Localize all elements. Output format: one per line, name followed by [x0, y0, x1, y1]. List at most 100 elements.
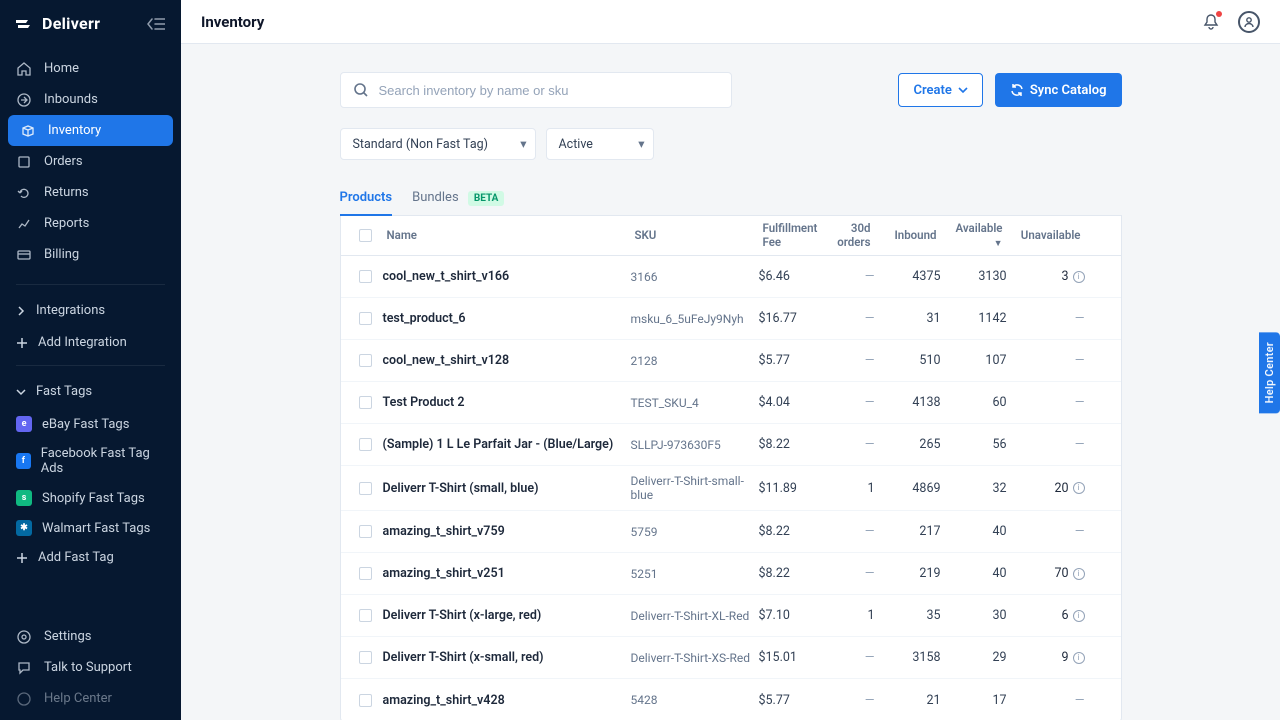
- nav-inbounds[interactable]: Inbounds: [0, 84, 169, 115]
- info-icon[interactable]: i: [1073, 482, 1085, 494]
- info-icon[interactable]: i: [1073, 271, 1085, 283]
- chat-icon: [16, 661, 32, 675]
- nav-inventory[interactable]: Inventory: [8, 115, 173, 146]
- table-row[interactable]: amazing_t_shirt_v4285428$5.77—2117—: [341, 679, 1121, 720]
- col-available[interactable]: Available ▼: [941, 222, 1007, 250]
- nav-walmart-fast-tags[interactable]: ✱Walmart Fast Tags: [0, 513, 181, 543]
- cell-name: amazing_t_shirt_v251: [383, 566, 631, 581]
- info-icon[interactable]: i: [1073, 568, 1085, 580]
- table-row[interactable]: (Sample) 1 L Le Parfait Jar - (Blue/Larg…: [341, 424, 1121, 466]
- cell-unavailable: —: [1007, 693, 1085, 708]
- col-unavailable[interactable]: Unavailable: [1007, 229, 1085, 243]
- table-row[interactable]: cool_new_t_shirt_v1282128$5.77—510107—: [341, 340, 1121, 382]
- nav-add-fast-tag[interactable]: Add Fast Tag: [0, 543, 181, 572]
- cell-unavailable: 3 i: [1007, 269, 1085, 284]
- user-menu[interactable]: [1238, 11, 1260, 33]
- table-row[interactable]: Deliverr T-Shirt (x-small, red)Deliverr-…: [341, 637, 1121, 679]
- facebook-icon: f: [16, 453, 31, 469]
- row-checkbox[interactable]: [359, 270, 372, 283]
- nav-shopify-fast-tags[interactable]: sShopify Fast Tags: [0, 483, 181, 513]
- nav-billing[interactable]: Billing: [0, 239, 169, 270]
- brand-name: Deliverr: [42, 14, 100, 33]
- status-filter-select[interactable]: Active ▾: [546, 128, 654, 160]
- info-icon[interactable]: i: [1073, 652, 1085, 664]
- row-checkbox[interactable]: [359, 482, 372, 495]
- help-center-tab[interactable]: Help Center: [1259, 332, 1280, 413]
- cell-available: 40: [941, 524, 1007, 539]
- select-all-checkbox[interactable]: [359, 229, 372, 242]
- nav-settings[interactable]: Settings: [0, 621, 169, 652]
- nav-help-center[interactable]: Help Center: [0, 683, 169, 714]
- sync-catalog-button[interactable]: Sync Catalog: [995, 73, 1122, 107]
- col-inbound[interactable]: Inbound: [875, 229, 941, 243]
- plus-icon: [16, 552, 28, 564]
- table-row[interactable]: test_product_6msku_6_5uFeJy9Nyh$16.77—31…: [341, 298, 1121, 340]
- tab-products[interactable]: Products: [340, 182, 393, 215]
- cell-unavailable: 70 i: [1007, 566, 1085, 581]
- nav-facebook-fast-tags[interactable]: fFacebook Fast Tag Ads: [0, 439, 181, 483]
- table-row[interactable]: cool_new_t_shirt_v1663166$6.46—437531303…: [341, 256, 1121, 298]
- nav-fast-tags[interactable]: Fast Tags: [0, 374, 181, 409]
- nav-ebay-fast-tags[interactable]: eeBay Fast Tags: [0, 409, 181, 439]
- col-sku[interactable]: SKU: [631, 229, 759, 243]
- shopify-icon: s: [16, 490, 32, 506]
- table-row[interactable]: Deliverr T-Shirt (small, blue)Deliverr-T…: [341, 466, 1121, 511]
- cell-name: test_product_6: [383, 311, 631, 326]
- row-checkbox[interactable]: [359, 694, 372, 707]
- table-row[interactable]: Deliverr T-Shirt (x-large, red)Deliverr-…: [341, 595, 1121, 637]
- row-checkbox[interactable]: [359, 438, 372, 451]
- search-input-wrapper[interactable]: [340, 72, 732, 108]
- row-checkbox[interactable]: [359, 525, 372, 538]
- cell-name: cool_new_t_shirt_v166: [383, 269, 631, 284]
- row-checkbox[interactable]: [359, 354, 372, 367]
- cell-sku: TEST_SKU_4: [631, 396, 759, 410]
- info-icon[interactable]: i: [1073, 610, 1085, 622]
- col-fee[interactable]: Fulfillment Fee: [759, 222, 817, 250]
- notifications-button[interactable]: [1202, 13, 1220, 31]
- cell-fee: $11.89: [759, 481, 817, 496]
- cell-sku: msku_6_5uFeJy9Nyh: [631, 312, 759, 326]
- col-name[interactable]: Name: [383, 229, 631, 243]
- col-30d-orders[interactable]: 30d orders: [817, 222, 875, 250]
- row-checkbox[interactable]: [359, 567, 372, 580]
- row-checkbox[interactable]: [359, 396, 372, 409]
- home-icon: [16, 62, 32, 76]
- nav-orders[interactable]: Orders: [0, 146, 169, 177]
- tab-bundles[interactable]: Bundles BETA: [412, 182, 504, 215]
- row-checkbox[interactable]: [359, 609, 372, 622]
- cell-unavailable: —: [1007, 353, 1085, 368]
- nav-add-integration[interactable]: Add Integration: [0, 328, 181, 357]
- nav-integrations[interactable]: Integrations: [0, 293, 181, 328]
- table-row[interactable]: amazing_t_shirt_v7595759$8.22—21740—: [341, 511, 1121, 553]
- table-row[interactable]: amazing_t_shirt_v2515251$8.22—2194070 i: [341, 553, 1121, 595]
- collapse-sidebar-icon[interactable]: [147, 17, 165, 31]
- gear-icon: [16, 630, 32, 644]
- cell-inbound: 21: [875, 693, 941, 708]
- cell-sku: 2128: [631, 354, 759, 368]
- row-checkbox[interactable]: [359, 651, 372, 664]
- beta-badge: BETA: [468, 191, 505, 206]
- nav-returns[interactable]: Returns: [0, 177, 169, 208]
- cell-available: 60: [941, 395, 1007, 410]
- nav-reports[interactable]: Reports: [0, 208, 169, 239]
- nav-talk-support[interactable]: Talk to Support: [0, 652, 169, 683]
- plus-icon: [16, 337, 28, 349]
- row-checkbox[interactable]: [359, 312, 372, 325]
- cell-fee: $16.77: [759, 311, 817, 326]
- table-row[interactable]: Test Product 2TEST_SKU_4$4.04—413860—: [341, 382, 1121, 424]
- cell-30d-orders: —: [817, 650, 875, 665]
- brand-logo[interactable]: Deliverr: [16, 14, 100, 33]
- cell-unavailable: 20 i: [1007, 481, 1085, 496]
- cell-30d-orders: 1: [817, 481, 875, 496]
- create-button[interactable]: Create: [898, 73, 982, 107]
- cell-30d-orders: 1: [817, 608, 875, 623]
- user-icon: [1243, 16, 1255, 28]
- cell-name: (Sample) 1 L Le Parfait Jar - (Blue/Larg…: [383, 437, 631, 452]
- nav-home[interactable]: Home: [0, 53, 169, 84]
- search-input[interactable]: [379, 83, 719, 98]
- cell-inbound: 219: [875, 566, 941, 581]
- cell-unavailable: —: [1007, 524, 1085, 539]
- tag-filter-select[interactable]: Standard (Non Fast Tag) ▾: [340, 128, 536, 160]
- caret-down-icon: ▾: [638, 136, 644, 152]
- cell-30d-orders: —: [817, 269, 875, 284]
